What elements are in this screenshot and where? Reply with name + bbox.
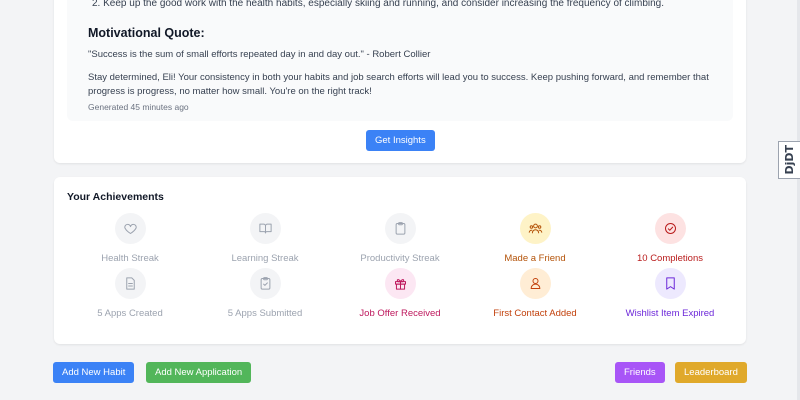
achievement-label: Made a Friend <box>504 253 566 264</box>
generated-timestamp: Generated 45 minutes ago <box>88 102 189 112</box>
add-new-habit-button[interactable]: Add New Habit <box>53 362 135 383</box>
document-icon <box>125 277 135 290</box>
achievement-productivity-streak: Productivity Streak <box>335 213 465 264</box>
achievement-icon-badge <box>519 268 551 299</box>
achievement-icon-badge <box>654 268 686 299</box>
book-icon <box>258 223 272 234</box>
debug-toolbar-handle[interactable]: DjDT <box>778 141 800 179</box>
achievement-icon-badge <box>249 213 281 244</box>
leaderboard-button[interactable]: Leaderboard <box>675 362 747 383</box>
achievements-card: Your Achievements Health Streak Learning… <box>54 177 746 344</box>
achievement-5-apps-submitted: 5 Apps Submitted <box>200 268 330 319</box>
user-icon <box>530 278 540 289</box>
achievement-label: Learning Streak <box>231 253 299 264</box>
achievement-icon-badge <box>114 268 146 299</box>
achievement-label: Health Streak <box>101 253 159 264</box>
heart-icon <box>123 223 137 234</box>
achievement-icon-badge <box>519 213 551 244</box>
achievement-label: 5 Apps Created <box>97 308 163 319</box>
achievement-first-contact-added: First Contact Added <box>470 268 600 319</box>
add-new-application-button[interactable]: Add New Application <box>146 362 252 383</box>
achievement-label: Wishlist Item Expired <box>625 308 715 319</box>
achievement-label: 10 Completions <box>636 253 703 264</box>
insights-content: 2. Keep up the good work with the health… <box>67 0 733 121</box>
achievement-health-streak: Health Streak <box>65 213 195 264</box>
achievement-10-completions: 10 Completions <box>605 213 735 264</box>
insight-list-item: 2. Keep up the good work with the health… <box>92 0 665 9</box>
achievement-icon-badge <box>384 268 416 299</box>
achievements-title: Your Achievements <box>67 191 164 203</box>
bookmark-icon <box>665 277 675 290</box>
achievement-icon-badge <box>249 268 281 299</box>
achievement-job-offer-received: Job Offer Received <box>335 268 465 319</box>
achievement-icon-badge <box>114 213 146 244</box>
gift-icon <box>394 279 406 290</box>
achievement-learning-streak: Learning Streak <box>200 213 330 264</box>
achievement-wishlist-item-expired: Wishlist Item Expired <box>605 268 735 319</box>
achievement-icon-badge <box>384 213 416 244</box>
achievement-label: Job Offer Received <box>359 308 441 319</box>
insights-card: 2. Keep up the good work with the health… <box>54 0 746 163</box>
clipboard-icon <box>395 222 405 235</box>
clipboard-check-icon <box>260 277 270 290</box>
motivation-text: Stay determined, Eli! Your consistency i… <box>88 72 709 97</box>
check-circle-icon <box>664 223 676 234</box>
debug-toolbar-label: DjDT <box>783 145 796 175</box>
achievement-label: First Contact Added <box>493 308 577 319</box>
achievement-5-apps-created: 5 Apps Created <box>65 268 195 319</box>
achievement-icon-badge <box>654 213 686 244</box>
achievement-label: Productivity Streak <box>360 253 440 264</box>
achievement-label: 5 Apps Submitted <box>227 308 303 319</box>
friends-button[interactable]: Friends <box>615 362 665 383</box>
achievement-made-a-friend: Made a Friend <box>470 213 600 264</box>
users-icon <box>528 223 542 234</box>
quote-text: "Success is the sum of small efforts rep… <box>88 49 431 60</box>
get-insights-button[interactable]: Get Insights <box>366 130 435 151</box>
quote-heading: Motivational Quote: <box>88 26 205 40</box>
